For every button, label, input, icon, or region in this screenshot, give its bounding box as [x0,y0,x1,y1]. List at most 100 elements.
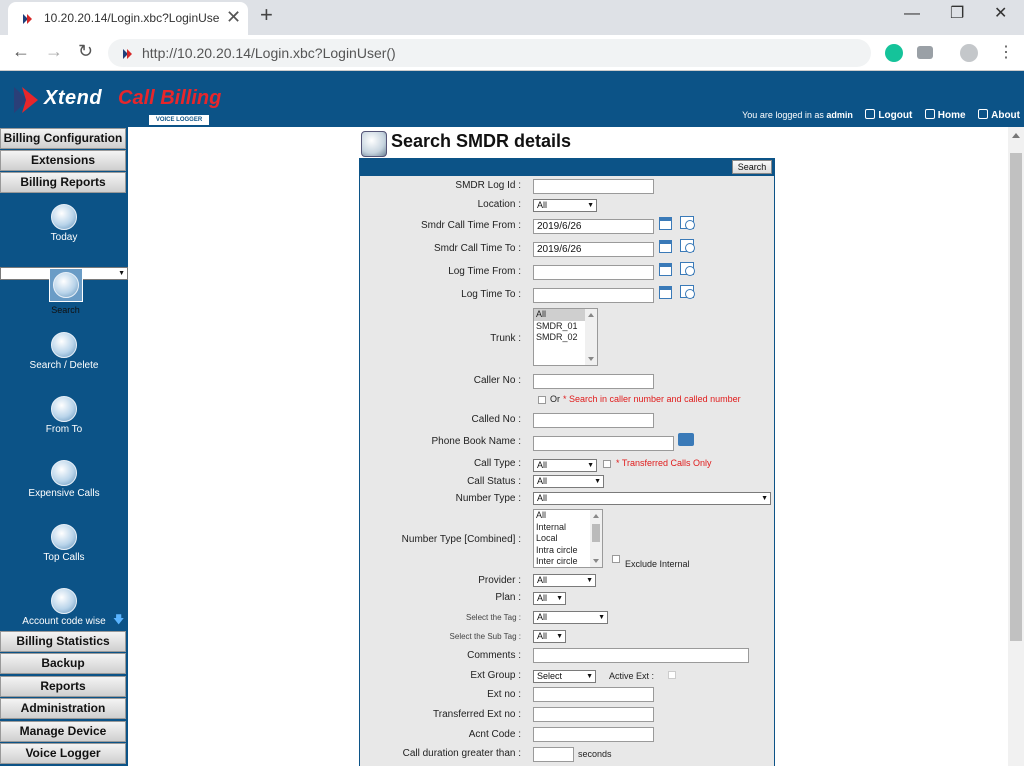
tab-title: 10.20.20.14/Login.xbc?LoginUser() [44,11,220,25]
expensive-calls-icon [51,460,77,486]
url-text: http://10.20.20.14/Login.xbc?LoginUser() [142,45,396,61]
minimize-icon[interactable]: — [904,6,920,22]
search-button[interactable]: Search [732,160,772,174]
maximize-icon[interactable]: ❐ [950,6,964,22]
location-select[interactable]: All [533,199,597,212]
number-type-select[interactable]: All [533,492,771,505]
calendar-icon[interactable] [659,240,672,253]
listbox-scrollbar[interactable] [590,510,602,567]
scroll-up-arrow-icon[interactable] [1012,133,1020,138]
smdr-call-time-to-input[interactable]: 2019/6/26 [533,242,654,257]
sidebar-scroll-down-icon[interactable]: 🡇 [113,611,124,630]
listbox-scrollbar[interactable] [585,309,597,365]
tag-select[interactable]: All [533,611,608,624]
calendar-icon[interactable] [659,217,672,230]
acnt-code-input[interactable] [533,727,654,742]
plan-select[interactable]: All [533,592,566,605]
provider-select[interactable]: All [533,574,596,587]
smdr-call-time-to-label: Smdr Call Time To : [433,243,521,254]
menu-backup[interactable]: Backup [0,653,126,674]
call-status-select[interactable]: All [533,475,604,488]
menu-billing-statistics[interactable]: Billing Statistics [0,631,126,652]
called-no-input[interactable] [533,413,654,428]
transferred-ext-no-input[interactable] [533,707,654,722]
caller-no-input[interactable] [533,374,654,389]
smdr-call-time-from-input[interactable]: 2019/6/26 [533,219,654,234]
log-time-from-label: Log Time From : [448,266,521,277]
trunk-listbox[interactable]: All SMDR_01 SMDR_02 [533,308,598,366]
logout-link[interactable]: Logout [865,109,912,121]
menu-billing-configuration[interactable]: Billing Configuration [0,128,126,149]
tab-close-icon[interactable]: ✕ [226,8,241,26]
site-favicon-icon [23,14,32,24]
home-icon [924,109,935,119]
or-checkbox[interactable] [538,396,546,404]
sidebar-item-search-delete[interactable]: Search / Delete [0,332,128,371]
logo-call-billing-text: Call Billing [118,87,222,109]
left-sidebar: Billing Configuration Extensions Billing… [0,127,128,766]
sidebar-item-account-code-wise[interactable]: Account code wise [0,588,128,627]
sidebar-item-search[interactable]: Search [0,267,128,315]
logo-xtend-text: Xtend [44,87,103,109]
page-vertical-scrollbar[interactable] [1008,127,1024,766]
log-time-to-input[interactable] [533,288,654,303]
menu-manage-device[interactable]: Manage Device [0,721,126,742]
time-picker-icon[interactable] [680,239,695,253]
number-type-combined-label: Number Type [Combined] : [401,534,521,545]
smdr-log-id-input[interactable] [533,179,654,194]
menu-extensions[interactable]: Extensions [0,150,126,171]
sidebar-item-top-calls[interactable]: Top Calls [0,524,128,563]
sub-tag-select[interactable]: All [533,630,566,643]
reload-icon[interactable]: ↻ [78,41,93,61]
camera-icon[interactable] [917,46,933,59]
new-tab-button[interactable]: + [260,4,273,26]
time-picker-icon[interactable] [680,285,695,299]
grammarly-extension-icon[interactable] [885,44,903,62]
home-link[interactable]: Home [924,109,966,121]
app-header: Xtend Call Billing VOICE LOGGER You are … [0,71,1024,127]
scrollbar-thumb[interactable] [1010,153,1022,641]
sidebar-item-today[interactable]: Today [0,204,128,243]
about-icon [978,109,989,119]
call-duration-input[interactable] [533,747,574,762]
provider-label: Provider : [478,575,521,586]
ext-group-label: Ext Group : [470,670,521,681]
transferred-calls-checkbox[interactable] [603,460,611,468]
window-close-icon[interactable]: ✕ [994,6,1007,22]
time-picker-icon[interactable] [680,216,695,230]
address-bar[interactable]: http://10.20.20.14/Login.xbc?LoginUser() [108,39,871,67]
phone-book-name-input[interactable] [533,436,674,451]
menu-billing-reports[interactable]: Billing Reports [0,172,126,193]
ext-group-select[interactable]: Select [533,670,596,683]
header-user-bar: You are logged in as admin Logout Home A… [742,109,1020,121]
logged-in-user: admin [826,110,853,120]
log-time-from-input[interactable] [533,265,654,280]
back-arrow-icon[interactable]: ← [12,41,30,61]
call-type-select[interactable]: All [533,459,597,472]
calendar-icon[interactable] [659,286,672,299]
today-report-icon [51,204,77,230]
calendar-icon[interactable] [659,263,672,276]
menu-reports[interactable]: Reports [0,676,126,697]
number-type-combined-listbox[interactable]: All Internal Local Intra circle Inter ci… [533,509,603,568]
time-picker-icon[interactable] [680,262,695,276]
browser-menu-icon[interactable]: ⋮ [998,43,1014,63]
menu-administration[interactable]: Administration [0,698,126,719]
active-ext-checkbox[interactable] [668,671,676,679]
exclude-internal-checkbox[interactable] [612,555,620,563]
sidebar-item-from-to[interactable]: From To [0,396,128,435]
profile-avatar-icon[interactable] [960,44,978,62]
called-no-label: Called No : [471,414,521,425]
ext-no-input[interactable] [533,687,654,702]
comments-input[interactable] [533,648,749,663]
menu-voice-logger[interactable]: Voice Logger [0,743,126,764]
about-link[interactable]: About [978,109,1020,121]
or-search-note: * Search in caller number and called num… [563,394,741,404]
phone-book-lookup-icon[interactable] [678,433,694,446]
forward-arrow-icon[interactable]: → [45,41,63,61]
log-time-to-label: Log Time To : [461,289,521,300]
sidebar-item-expensive-calls[interactable]: Expensive Calls [0,460,128,499]
browser-tab[interactable]: 10.20.20.14/Login.xbc?LoginUser() ✕ [8,2,248,35]
browser-toolbar: ← → ↻ http://10.20.20.14/Login.xbc?Login… [0,35,1024,71]
select-tag-label: Select the Tag : [466,613,521,622]
